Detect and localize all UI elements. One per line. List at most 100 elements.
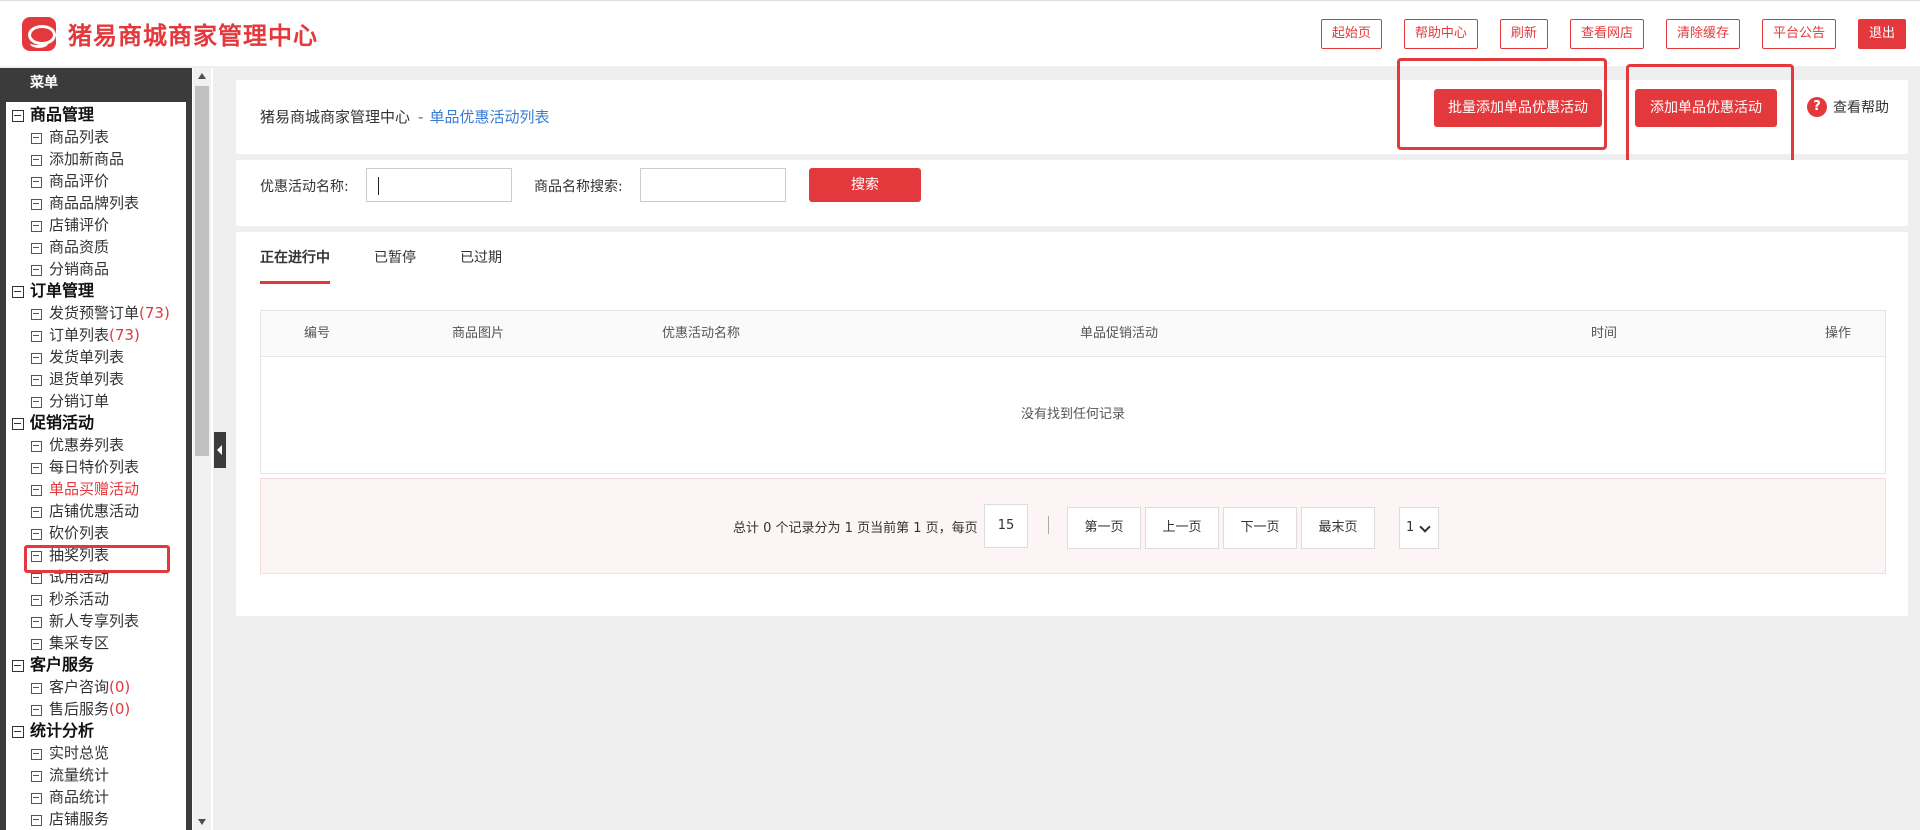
clear-cache-button[interactable]: 清除缓存 — [1665, 19, 1740, 49]
sidebar-item[interactable]: 优惠券列表 — [6, 434, 186, 456]
top-header: 猪易商城商家管理中心 起始页 帮助中心 刷新 查看网店 清除缓存 平台公告 退出 — [0, 0, 1920, 66]
sidebar-item[interactable]: 发货预警订单(73) — [6, 302, 186, 324]
text-cursor — [378, 177, 379, 195]
sidebar-group-stats[interactable]: 统计分析 — [6, 720, 186, 742]
sidebar-item[interactable]: 试用活动 — [6, 566, 186, 588]
batch-add-promotion-button[interactable]: 批量添加单品优惠活动 — [1434, 89, 1602, 127]
search-button[interactable]: 搜索 — [809, 168, 921, 202]
sidebar-item[interactable]: 商品统计 — [6, 786, 186, 808]
sidebar-item[interactable]: 发货单列表 — [6, 346, 186, 368]
sidebar-item[interactable]: 商品列表 — [6, 126, 186, 148]
logo[interactable]: 猪易商城商家管理中心 — [22, 16, 318, 51]
tab-paused[interactable]: 已暂停 — [374, 232, 416, 284]
sidebar-scrollbar[interactable] — [193, 68, 211, 830]
menu-title: 菜单 — [0, 68, 192, 98]
sidebar-item[interactable]: 实时总览 — [6, 742, 186, 764]
sidebar-item[interactable]: 抽奖列表 — [6, 544, 186, 566]
add-promotion-button[interactable]: 添加单品优惠活动 — [1635, 89, 1777, 127]
next-page-button[interactable]: 下一页 — [1223, 507, 1297, 549]
question-icon: ? — [1807, 97, 1827, 117]
breadcrumb-root: 猪易商城商家管理中心 — [260, 108, 411, 126]
help-center-button[interactable]: 帮助中心 — [1403, 19, 1478, 49]
breadcrumb-current: 单品优惠活动列表 — [429, 108, 550, 126]
sidebar-item[interactable]: 集采专区 — [6, 632, 186, 654]
pagination-info: 总计 0 个记录分为 1 页当前第 1 页，每页 — [733, 521, 978, 536]
sidebar-item[interactable]: 每日特价列表 — [6, 456, 186, 478]
sidebar-item[interactable]: 订单列表(73) — [6, 324, 186, 346]
sidebar-item[interactable]: 分销订单 — [6, 390, 186, 412]
breadcrumb: 猪易商城商家管理中心 - 单品优惠活动列表 — [260, 106, 549, 127]
sidebar-item-label: 店铺评价 — [49, 216, 110, 234]
sidebar-item[interactable]: 商品评价 — [6, 170, 186, 192]
list-panel: 正在进行中 已暂停 已过期 编号 商品图片 优惠活动名称 单品促销活动 时间 操… — [236, 232, 1908, 616]
column-time: 时间 — [1590, 326, 1617, 341]
view-store-button[interactable]: 查看网店 — [1569, 19, 1644, 49]
pagination: 总计 0 个记录分为 1 页当前第 1 页，每页 15 第一页 上一页 下一页 … — [260, 478, 1886, 574]
page-size-input[interactable]: 15 — [984, 504, 1028, 548]
sidebar-item-label: 秒杀活动 — [49, 590, 110, 608]
sidebar-item[interactable]: 新人专享列表 — [6, 610, 186, 632]
sidebar-item[interactable]: 店铺优惠活动 — [6, 500, 186, 522]
refresh-button[interactable]: 刷新 — [1499, 19, 1548, 49]
sidebar-item[interactable]: 售后服务(0) — [6, 698, 186, 720]
promotion-table: 编号 商品图片 优惠活动名称 单品促销活动 时间 操作 没有找到任何记录 — [260, 310, 1886, 474]
sidebar-item-label: 商品资质 — [49, 238, 110, 256]
scroll-up-icon[interactable] — [198, 73, 206, 79]
sidebar-item-label: 砍价列表 — [49, 524, 110, 542]
scroll-down-icon[interactable] — [198, 819, 206, 825]
sidebar-item-label: 商品品牌列表 — [49, 194, 140, 212]
page-select[interactable]: 1 — [1399, 507, 1439, 549]
count-badge: (73) — [139, 304, 170, 322]
activity-name-label: 优惠活动名称: — [260, 179, 349, 195]
sidebar-item[interactable]: 商品品牌列表 — [6, 192, 186, 214]
last-page-button[interactable]: 最末页 — [1301, 507, 1375, 549]
sidebar-item-label: 发货单列表 — [49, 348, 125, 366]
sidebar-item-label: 售后服务 — [49, 700, 110, 718]
sidebar-item[interactable]: 店铺服务 — [6, 808, 186, 830]
first-page-button[interactable]: 第一页 — [1067, 507, 1141, 549]
title-panel: 猪易商城商家管理中心 - 单品优惠活动列表 批量添加单品优惠活动 添加单品优惠活动 … — [236, 58, 1908, 168]
view-help-link[interactable]: ? 查看帮助 — [1807, 97, 1889, 117]
column-id: 编号 — [303, 326, 330, 341]
prev-page-button[interactable]: 上一页 — [1145, 507, 1219, 549]
status-tabs: 正在进行中 已暂停 已过期 — [260, 232, 546, 284]
logout-button[interactable]: 退出 — [1857, 19, 1906, 49]
sidebar-group-service[interactable]: 客户服务 — [6, 654, 186, 676]
sidebar-item-label: 商品列表 — [49, 128, 110, 146]
announcement-button[interactable]: 平台公告 — [1761, 19, 1836, 49]
tab-in-progress[interactable]: 正在进行中 — [260, 232, 330, 284]
sidebar-group-orders[interactable]: 订单管理 — [6, 280, 186, 302]
product-name-input[interactable] — [640, 168, 786, 202]
sidebar-item[interactable]: 流量统计 — [6, 764, 186, 786]
column-single-promotion: 单品促销活动 — [1079, 326, 1158, 341]
top-nav: 起始页 帮助中心 刷新 查看网店 清除缓存 平台公告 退出 — [1299, 19, 1906, 49]
sidebar-item[interactable]: 砍价列表 — [6, 522, 186, 544]
sidebar-item[interactable]: 退货单列表 — [6, 368, 186, 390]
sidebar-item-label: 商品评价 — [49, 172, 110, 190]
column-actions: 操作 — [1824, 326, 1851, 341]
sidebar-collapse-icon[interactable] — [214, 432, 226, 468]
sidebar-item-label: 发货预警订单 — [49, 304, 140, 322]
sidebar-item-label: 分销商品 — [49, 260, 110, 278]
sidebar: 菜单 商品管理商品列表添加新商品商品评价商品品牌列表 店铺评价商品资质分销商品订单… — [0, 68, 213, 830]
count-badge: (73) — [109, 326, 140, 344]
sidebar-item[interactable]: 秒杀活动 — [6, 588, 186, 610]
sidebar-item[interactable]: 单品买赠活动 — [6, 478, 186, 500]
sidebar-group-goods[interactable]: 商品管理 — [6, 104, 186, 126]
breadcrumb-separator: - — [418, 108, 424, 126]
scrollbar-thumb[interactable] — [195, 86, 209, 456]
sidebar-item[interactable]: 添加新商品 — [6, 148, 186, 170]
sidebar-item-label: 集采专区 — [49, 634, 110, 652]
tab-expired[interactable]: 已过期 — [460, 232, 502, 284]
sidebar-item[interactable]: 分销商品 — [6, 258, 186, 280]
sidebar-item-label: 优惠券列表 — [49, 436, 125, 454]
sidebar-group-promotions[interactable]: 促销活动 — [6, 412, 186, 434]
sidebar-item[interactable]: 店铺评价 — [6, 214, 186, 236]
sidebar-item-label: 实时总览 — [49, 744, 110, 762]
sidebar-item[interactable]: 商品资质 — [6, 236, 186, 258]
sidebar-item[interactable]: 客户咨询(0) — [6, 676, 186, 698]
column-product-image: 商品图片 — [451, 326, 504, 341]
activity-name-input[interactable] — [366, 168, 512, 202]
sidebar-item-label: 订单列表 — [49, 326, 110, 344]
home-button[interactable]: 起始页 — [1320, 19, 1382, 49]
